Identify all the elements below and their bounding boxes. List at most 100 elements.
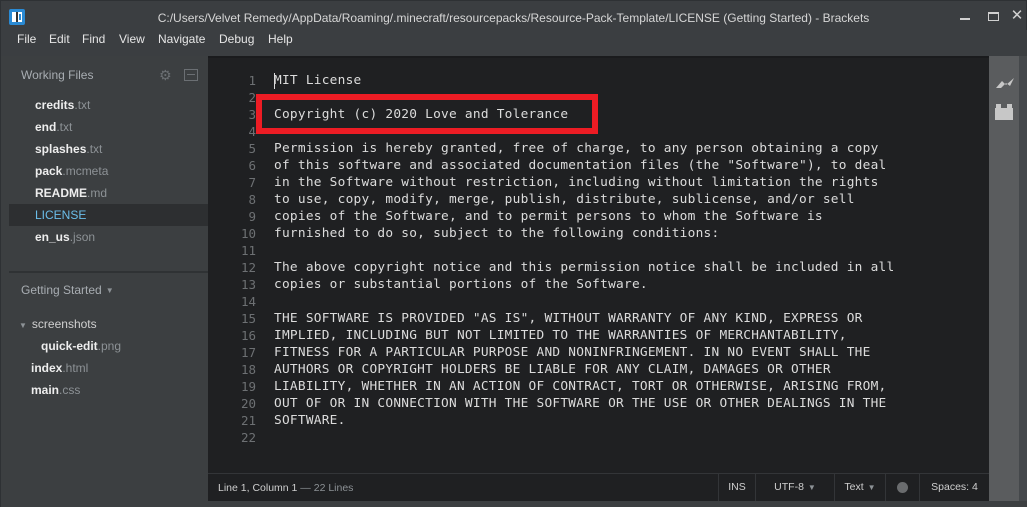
file-name: LICENSE	[35, 208, 87, 222]
working-file-splashes[interactable]: splashes.txt	[9, 138, 209, 160]
code-line: copies or substantial portions of the So…	[274, 277, 648, 292]
line-number: 22	[240, 430, 256, 445]
code-line: to use, copy, modify, merge, publish, di…	[274, 192, 855, 207]
file-ext: .txt	[74, 98, 91, 112]
working-file-pack[interactable]: pack.mcmeta	[9, 160, 209, 182]
folder-expanded-icon: ▼	[19, 321, 27, 330]
code-line: copies of the Software, and to permit pe…	[274, 209, 823, 224]
file-ext: .html	[62, 361, 89, 375]
line-number: 14	[240, 294, 256, 309]
menu-bar: File Edit Find View Navigate Debug Help	[0, 30, 1027, 56]
code-line: MIT License	[274, 73, 362, 88]
code-line: IMPLIED, INCLUDING BUT NOT LIMITED TO TH…	[274, 328, 847, 343]
close-icon: ✕	[1010, 7, 1024, 24]
file-name: end	[35, 120, 57, 134]
file-name: en_us	[35, 230, 70, 244]
line-number: 15	[240, 311, 256, 326]
code-editor[interactable]: 1 2 3 4 5 6 7 8 9 10 11 12 13 14 15 16 17 18 19 20 21 22 MIT …	[208, 56, 989, 473]
maximize-icon	[987, 12, 999, 22]
menu-edit[interactable]: Edit	[47, 32, 72, 46]
language-dropdown[interactable]: Text ▼	[834, 474, 885, 501]
code-line: FITNESS FOR A PARTICULAR PURPOSE AND NON…	[274, 345, 871, 360]
extension-manager-icon[interactable]	[995, 104, 1013, 120]
code-line: The above copyright notice and this perm…	[274, 260, 895, 275]
tree-file-quick-edit[interactable]: quick-edit.png	[41, 335, 121, 357]
working-file-en-us[interactable]: en_us.json	[9, 226, 209, 248]
encoding-label: UTF-8	[774, 481, 804, 493]
working-file-end[interactable]: end.txt	[9, 116, 209, 138]
menu-view[interactable]: View	[117, 32, 147, 46]
file-ext: .css	[59, 383, 81, 397]
line-number: 20	[240, 396, 256, 411]
file-name: splashes	[35, 142, 87, 156]
line-number: 16	[240, 328, 256, 343]
file-ext: .txt	[86, 142, 103, 156]
code-line: of this software and associated document…	[274, 158, 887, 173]
code-content[interactable]: MIT License Copyright (c) 2020 Love and T…	[274, 72, 974, 446]
line-number: 4	[248, 124, 256, 139]
insert-mode-toggle[interactable]: INS	[718, 474, 755, 501]
tree-file-main[interactable]: main.css	[31, 379, 80, 401]
minimize-button[interactable]	[951, 7, 979, 25]
menu-help[interactable]: Help	[266, 32, 295, 46]
code-line: LIABILITY, WHETHER IN AN ACTION OF CONTR…	[274, 379, 887, 394]
indent-settings[interactable]: Spaces: 4	[919, 474, 989, 501]
text-cursor	[274, 73, 275, 89]
code-line: SOFTWARE.	[274, 413, 346, 428]
code-line: THE SOFTWARE IS PROVIDED "AS IS", WITHOU…	[274, 311, 863, 326]
menu-navigate[interactable]: Navigate	[156, 32, 207, 46]
code-line: OUT OF OR IN CONNECTION WITH THE SOFTWAR…	[274, 396, 887, 411]
cursor-position-text: Line 1, Column 1	[218, 482, 298, 494]
live-preview-icon[interactable]	[995, 76, 1015, 90]
working-file-credits[interactable]: credits.txt	[9, 94, 209, 116]
window-title: C:/Users/Velvet Remedy/AppData/Roaming/.…	[157, 11, 870, 25]
file-name: pack	[35, 164, 63, 178]
line-number: 10	[240, 226, 256, 241]
line-number: 3	[248, 107, 256, 122]
working-file-readme[interactable]: README.md	[9, 182, 209, 204]
working-file-license[interactable]: LICENSE	[9, 204, 209, 226]
line-number: 7	[248, 175, 256, 190]
chevron-down-icon: ▼	[807, 483, 816, 492]
menu-find[interactable]: Find	[80, 32, 107, 46]
line-number: 13	[240, 277, 256, 292]
menu-debug[interactable]: Debug	[217, 32, 256, 46]
linting-status[interactable]	[885, 474, 919, 501]
tree-file-index[interactable]: index.html	[31, 357, 88, 379]
indent-size-value[interactable]: 4	[972, 481, 978, 493]
file-name: index	[31, 361, 63, 375]
line-number: 8	[248, 192, 256, 207]
line-number: 21	[240, 413, 256, 428]
line-number: 5	[248, 141, 256, 156]
encoding-dropdown[interactable]: UTF-8 ▼	[755, 474, 834, 501]
close-button[interactable]: ✕	[1003, 7, 1027, 25]
language-label: Text	[844, 481, 864, 493]
linting-disabled-icon	[897, 481, 908, 493]
line-number: 2	[248, 90, 256, 105]
sidebar-divider	[9, 271, 209, 273]
chevron-down-icon: ▼	[867, 483, 876, 492]
file-ext: .json	[69, 230, 96, 244]
file-ext: .png	[97, 339, 122, 353]
line-number: 6	[248, 158, 256, 173]
code-line: AUTHORS OR COPYRIGHT HOLDERS BE LIABLE F…	[274, 362, 831, 377]
status-bar: Line 1, Column 1 — 22 Lines INS UTF-8 ▼ T…	[208, 473, 989, 501]
line-number: 18	[240, 362, 256, 377]
line-number: 12	[240, 260, 256, 275]
line-number: 17	[240, 345, 256, 360]
code-line: in the Software without restriction, inc…	[274, 175, 879, 190]
line-number: 11	[240, 243, 256, 258]
tree-folder-screenshots[interactable]: ▼ screenshots	[19, 313, 97, 335]
window-bottom-edge	[208, 501, 1027, 507]
gear-icon[interactable]: ⚙	[159, 68, 173, 82]
project-dropdown[interactable]: Getting Started ▼	[21, 283, 114, 297]
menu-file[interactable]: File	[15, 32, 38, 46]
file-ext: .txt	[56, 120, 73, 134]
right-toolbar	[989, 56, 1019, 507]
cursor-position: Line 1, Column 1 — 22 Lines	[218, 482, 353, 494]
file-ext: .md	[87, 186, 108, 200]
split-view-icon[interactable]	[184, 69, 198, 81]
status-separator: —	[297, 482, 314, 494]
